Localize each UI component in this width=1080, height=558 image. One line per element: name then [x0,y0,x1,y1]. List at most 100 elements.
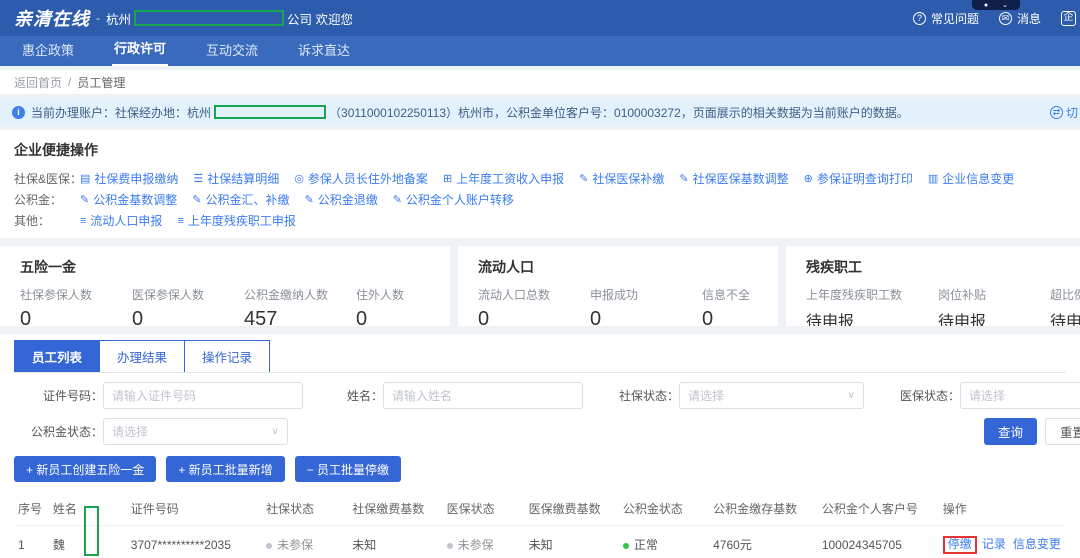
notice-text-before: 当前办理账户：社保经办地：杭州 [31,104,211,121]
tab-processing-results[interactable]: 办理结果 [100,340,185,372]
redaction-box-notice-name [214,105,326,119]
nav-item-interaction[interactable]: 互动交流 [204,40,260,66]
filter-row-2: 公积金状态： 请选择 ∨ 查询 重置 [14,418,1066,445]
breadcrumb: 返回首页 / 员工管理 [0,70,1080,94]
employee-panel: 员工列表 办理结果 操作记录 证件号码： 姓名： 社保状态： 请选择 ∨ 医保状… [0,334,1080,558]
op-shebao-settlement-detail[interactable]: ☰社保结算明细 [193,170,279,187]
top-header: 亲清在线 - 杭州 公司 欢迎您 ? 常见问题 ✉ 消息 企 [0,0,1080,36]
enterprise-link[interactable]: 企 [1061,11,1076,26]
logo-separator: - [96,11,100,25]
metric-shebao-count: 社保参保人数 0 [20,286,118,326]
main-nav: 惠企政策 行政许可 互动交流 诉求直达 [0,36,1080,66]
declare-icon: ▤ [80,172,90,185]
op-gjj-base-adjust[interactable]: ✎公积金基数调整 [80,191,177,208]
quickops-row-label: 公积金： [14,191,80,208]
op-shebao-yibao-base-adjust[interactable]: ✎社保医保基数调整 [679,170,788,187]
op-shebao-yibao-supplement[interactable]: ✎社保医保补缴 [579,170,664,187]
metric-yibao-count: 医保参保人数 0 [132,286,230,326]
col-yibao-status: 医保状态 [443,492,525,526]
switch-account-link[interactable]: ⇄ 切 [1046,100,1078,124]
messages-link[interactable]: ✉ 消息 [999,10,1041,27]
welcome-text: 公司 欢迎您 [287,9,353,28]
edit-icon: ✎ [579,172,588,185]
nav-item-policies[interactable]: 惠企政策 [20,40,76,66]
stop-payment-link[interactable]: 停缴 [948,537,972,551]
stat-card-title: 五险一金 [20,257,430,277]
name-input[interactable] [383,382,583,409]
switch-icon: ⇄ [1050,106,1063,119]
welcome-city: 杭州 [106,9,131,28]
op-gjj-remit-supplement[interactable]: ✎公积金汇、补缴 [192,191,289,208]
op-company-info-change[interactable]: ▥企业信息变更 [928,170,1014,187]
breadcrumb-back-link[interactable]: 返回首页 [14,74,62,91]
col-actions: 操作 [939,492,1066,526]
col-gjj-account: 公积金个人客户号 [818,492,939,526]
message-icon: ✉ [999,12,1012,25]
op-gjj-account-transfer[interactable]: ✎公积金个人账户转移 [393,191,514,208]
nav-item-licensing[interactable]: 行政许可 [112,38,168,66]
table-header-row: 序号 姓名 证件号码 社保状态 社保缴费基数 医保状态 医保缴费基数 公积金状态… [14,492,1066,526]
account-notice-bar: i 当前办理账户：社保经办地：杭州 （3011000102250113）杭州市，… [0,100,1080,124]
app-logo: 亲清在线 [14,5,90,31]
status-dot-green [623,543,629,549]
col-gjj-status: 公积金状态 [619,492,709,526]
op-disabled-staff-declare[interactable]: ≡上年度残疾职工申报 [177,212,295,229]
col-gjj-base: 公积金缴存基数 [709,492,818,526]
batch-stop-button[interactable]: − 员工批量停缴 [295,456,401,482]
metric-info-incomplete: 信息不全 0 [702,286,778,326]
col-name: 姓名 [49,492,127,526]
gjj-status-label: 公积金状态： [20,423,103,440]
tab-operation-records[interactable]: 操作记录 [185,340,270,372]
op-insurance-cert-print[interactable]: ⊕参保证明查询打印 [804,170,913,187]
metric-gjj-count: 公积金缴纳人数 457 [244,286,342,326]
name-label: 姓名： [339,387,383,404]
building-icon: ▥ [928,172,938,185]
quickops-row-other: 其他： ≡流动人口申报 ≡上年度残疾职工申报 [14,210,1066,231]
metric-declare-success: 申报成功 0 [590,286,688,326]
redaction-box-company-name [134,10,284,26]
list-icon: ☰ [193,172,203,185]
target-icon: ◎ [294,172,304,185]
messages-label: 消息 [1017,10,1041,27]
col-yibao-base: 医保缴费基数 [525,492,619,526]
gjj-status-select[interactable]: 请选择 ∨ [103,418,288,445]
nav-item-appeals[interactable]: 诉求直达 [296,40,352,66]
shebao-status-select[interactable]: 请选择 ∨ [679,382,864,409]
report-icon: ⊞ [443,172,452,185]
metric-abroad-count: 住外人数 0 [356,286,450,326]
op-shebao-fee-declare[interactable]: ▤社保费申报缴纳 [80,170,178,187]
record-link[interactable]: 记录 [982,537,1006,551]
edit-icon: ✎ [393,193,402,206]
table-row: 1 魏 3707**********2035 未参保 未知 未参保 未知 正常 … [14,526,1066,558]
op-floating-population-declare[interactable]: ≡流动人口申报 [80,212,162,229]
col-index: 序号 [14,492,49,526]
filter-row-1: 证件号码： 姓名： 社保状态： 请选择 ∨ 医保状态： 请选择 ∨ [14,382,1066,409]
tab-employee-list[interactable]: 员工列表 [14,340,100,372]
metric-floating-total: 流动人口总数 0 [478,286,576,326]
id-number-input[interactable] [103,382,303,409]
faq-link[interactable]: ? 常见问题 [913,10,979,27]
breadcrumb-separator: / [68,75,71,89]
edit-icon: ✎ [80,193,89,206]
info-change-link[interactable]: 信息变更 [1013,537,1061,551]
yibao-status-label: 医保状态： [894,387,960,404]
metric-post-subsidy: 岗位补贴 待申报 [938,286,1036,326]
stat-card-wuxianyijin: 五险一金 社保参保人数 0 医保参保人数 0 公积金缴纳人数 457 住外人数 … [0,246,450,326]
employee-tabs: 员工列表 办理结果 操作记录 [14,340,1066,373]
print-icon: ⊕ [804,172,813,185]
filter-actions: 查询 重置 [984,418,1080,445]
yibao-status-select[interactable]: 请选择 ∨ [960,382,1080,409]
stat-card-title: 残疾职工 [806,257,1060,277]
id-number-label: 证件号码： [28,387,103,404]
faq-label: 常见问题 [931,10,979,27]
op-remote-residence-record[interactable]: ◎参保人员长住外地备案 [294,170,428,187]
op-annual-wage-declare[interactable]: ⊞上年度工资收入申报 [443,170,564,187]
query-button[interactable]: 查询 [984,418,1037,445]
col-id-number: 证件号码 [127,492,262,526]
create-employee-button[interactable]: + 新员工创建五险一金 [14,456,156,482]
op-gjj-refund[interactable]: ✎公积金退缴 [304,191,377,208]
quickops-row-label: 社保&医保： [14,170,80,187]
batch-add-button[interactable]: + 新员工批量新增 [166,456,284,482]
shebao-status-label: 社保状态： [613,387,679,404]
reset-button[interactable]: 重置 [1045,418,1080,445]
